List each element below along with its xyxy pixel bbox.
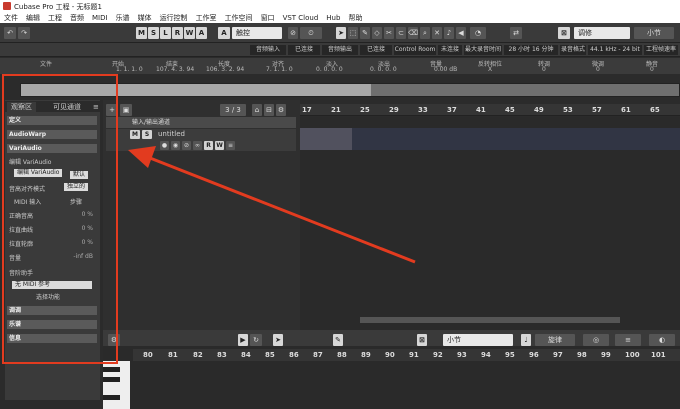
annotation-arrow bbox=[128, 146, 416, 264]
